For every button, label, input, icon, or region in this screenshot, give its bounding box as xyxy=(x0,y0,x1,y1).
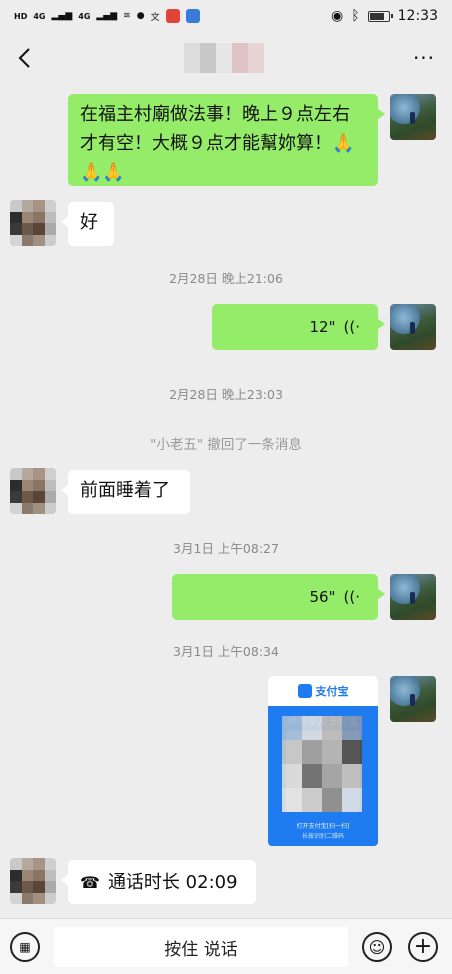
plus-icon[interactable]: + xyxy=(408,932,438,962)
battery-icon xyxy=(367,10,393,22)
app-notification-icon-2 xyxy=(185,9,200,23)
alipay-header: 支付宝 xyxy=(268,676,378,706)
emoji-icon[interactable]: ☺ xyxy=(362,932,392,962)
voice-message-sent[interactable]: 12" ((· xyxy=(212,304,385,350)
message-bubble-received[interactable]: 前面睡着了 xyxy=(61,470,190,514)
qr-code-blurred xyxy=(282,716,362,812)
network-4g-indicator-2: 4G xyxy=(78,11,91,21)
call-record-bubble[interactable]: ☎ 通话时长 02:09 xyxy=(61,860,256,904)
alipay-qr-image[interactable]: 支付宝 推荐使用支付宝 打开支付宝[扫一扫] 长按识别二维码 xyxy=(268,676,378,846)
avatar-contact[interactable] xyxy=(10,468,56,514)
signal-icon: ▂▄▆ xyxy=(51,11,73,21)
timestamp: 3月1日 上午08:34 xyxy=(173,644,279,659)
recall-notice: "小老五" 撤回了一条消息 xyxy=(150,437,302,453)
voice-duration: 12" xyxy=(309,317,336,336)
eye-icon: ◉ xyxy=(331,8,344,24)
alipay-caption: 打开支付宝[扫一扫] xyxy=(296,823,350,830)
contact-name-blurred xyxy=(184,43,264,73)
voice-wave-icon: ((· xyxy=(343,587,360,606)
chevron-left-icon[interactable] xyxy=(4,38,44,78)
status-bar: HD 4G ▂▄▆ 4G ▂▄▆ ≋ ● 文 ◉ ᛒ 12:33 xyxy=(0,0,452,32)
avatar-me[interactable] xyxy=(390,574,436,620)
avatar-me[interactable] xyxy=(390,304,436,350)
message-bubble-sent[interactable]: 在福主村廟做法事！晚上９点左右才有空！大概９点才能幫妳算！🙏🙏🙏 xyxy=(68,94,385,186)
alipay-brand: 支付宝 xyxy=(315,685,349,698)
call-duration-text: 通话时长 02:09 xyxy=(107,871,238,893)
voice-message-sent[interactable]: 56" ((· xyxy=(172,574,385,620)
avatar-me[interactable] xyxy=(390,676,436,722)
timestamp: 2月28日 晚上21:06 xyxy=(169,271,283,286)
more-horizontal-icon[interactable]: ··· xyxy=(404,38,444,78)
avatar-contact[interactable] xyxy=(10,200,56,246)
hold-to-talk-button[interactable]: 按住 说话 xyxy=(54,927,348,967)
app-notification-icon xyxy=(165,9,180,23)
avatar-me[interactable] xyxy=(390,94,436,140)
alipay-caption-2: 长按识别二维码 xyxy=(301,833,344,840)
chat-header: ··· xyxy=(0,32,452,84)
wifi-icon: ≋ xyxy=(123,11,131,21)
status-right: ◉ ᛒ 12:33 xyxy=(331,8,438,24)
status-time: 12:33 xyxy=(397,8,438,24)
keyboard-icon[interactable]: ▦ xyxy=(10,932,40,962)
alipay-logo-icon xyxy=(297,684,312,698)
timestamp: 2月28日 晚上23:03 xyxy=(169,387,283,402)
avatar-contact[interactable] xyxy=(10,858,56,904)
timestamp: 3月1日 上午08:27 xyxy=(173,541,279,556)
text-icon: 文 xyxy=(150,12,160,23)
voice-wave-icon: ((· xyxy=(343,317,360,336)
signal-icon-2: ▂▄▆ xyxy=(96,11,118,21)
wechat-icon: ● xyxy=(136,11,145,21)
message-bubble-received[interactable]: 好 xyxy=(61,202,114,246)
hd-indicator: HD xyxy=(14,11,28,21)
network-4g-indicator: 4G xyxy=(33,11,46,21)
bluetooth-icon: ᛒ xyxy=(351,8,360,24)
phone-icon: ☎ xyxy=(80,872,100,892)
status-left: HD 4G ▂▄▆ 4G ▂▄▆ ≋ ● 文 xyxy=(14,9,200,23)
input-bar: ▦ 按住 说话 ☺ + xyxy=(0,918,452,974)
voice-duration: 56" xyxy=(309,587,336,606)
